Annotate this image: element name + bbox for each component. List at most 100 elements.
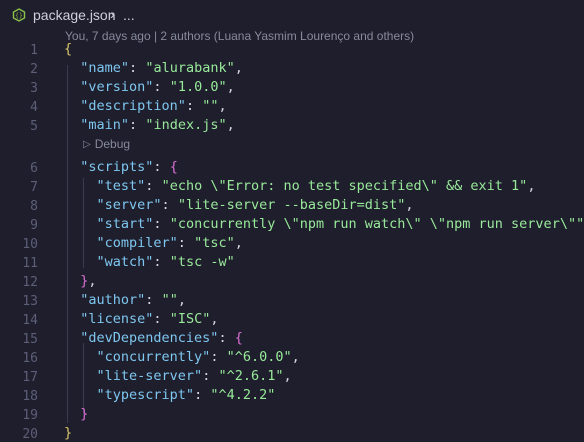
code-token: : bbox=[153, 254, 170, 270]
code-line[interactable]: "start": "concurrently \"npm run watch\"… bbox=[64, 216, 584, 232]
code-token: , bbox=[405, 197, 414, 213]
code-line[interactable]: } bbox=[64, 425, 72, 441]
code-token: : bbox=[185, 98, 203, 114]
json-key: "devDependencies" bbox=[80, 330, 219, 346]
line-number: 15 bbox=[22, 332, 38, 347]
json-key: "author" bbox=[80, 292, 146, 308]
json-key: "compiler" bbox=[96, 235, 178, 251]
code-line[interactable]: "scripts": { bbox=[64, 159, 178, 175]
code-token: : bbox=[153, 216, 170, 232]
code-token: , bbox=[234, 235, 243, 251]
code-line[interactable]: "lite-server": "^2.6.1", bbox=[64, 368, 292, 384]
code-token: : bbox=[129, 117, 146, 133]
json-key: "concurrently" bbox=[96, 349, 211, 365]
json-key: "watch" bbox=[96, 254, 154, 270]
play-icon: ▷ bbox=[83, 138, 91, 150]
json-string: "^6.0.0" bbox=[226, 349, 292, 365]
debug-codelens[interactable]: ▷ Debug bbox=[83, 137, 130, 151]
code-line[interactable]: "test": "echo \"Error: no test specified… bbox=[64, 178, 536, 194]
git-blame-annotation[interactable]: You, 7 days ago | 2 authors (Luana Yasmi… bbox=[65, 29, 414, 43]
line-number: 8 bbox=[30, 199, 38, 214]
line-number: 11 bbox=[22, 256, 38, 271]
breadcrumb-file[interactable]: package.json bbox=[33, 7, 116, 23]
code-line[interactable]: "watch": "tsc -w" bbox=[64, 254, 235, 270]
code-line[interactable]: "author": "", bbox=[64, 292, 186, 308]
code-token: : bbox=[153, 159, 170, 175]
line-number: 10 bbox=[22, 237, 38, 252]
code-token: : bbox=[177, 235, 195, 251]
code-line[interactable]: "compiler": "tsc", bbox=[64, 235, 243, 251]
code-line[interactable]: "devDependencies": { bbox=[64, 330, 243, 346]
line-number: 9 bbox=[30, 218, 38, 233]
code-token: : bbox=[210, 349, 227, 365]
line-number: 20 bbox=[22, 427, 38, 442]
code-token: , bbox=[234, 60, 243, 76]
line-number: 13 bbox=[22, 294, 38, 309]
line-number: 1 bbox=[30, 43, 38, 58]
code-editor[interactable]: {} package.json › ... You, 7 days ago | … bbox=[0, 0, 584, 442]
json-string: "lite-server --baseDir=dist" bbox=[177, 197, 406, 213]
code-token: : bbox=[218, 330, 235, 346]
code-line[interactable]: "main": "index.js", bbox=[64, 117, 235, 133]
code-token: : bbox=[153, 79, 170, 95]
code-token: , bbox=[226, 117, 235, 133]
debug-label: Debug bbox=[94, 137, 131, 151]
code-token: { bbox=[64, 41, 73, 57]
line-number: 4 bbox=[30, 100, 38, 115]
code-token: : bbox=[145, 178, 162, 194]
code-line[interactable]: "license": "ISC", bbox=[64, 311, 218, 327]
svg-text:{}: {} bbox=[15, 13, 23, 20]
breadcrumb: {} package.json › ... bbox=[0, 0, 584, 30]
code-token: : bbox=[145, 292, 162, 308]
code-line[interactable]: "typescript": "^4.2.2" bbox=[64, 387, 276, 403]
json-key: "lite-server" bbox=[96, 368, 203, 384]
code-token: : bbox=[194, 387, 211, 403]
line-number: 6 bbox=[30, 161, 38, 176]
line-number: 3 bbox=[30, 81, 38, 96]
code-token: { bbox=[234, 330, 243, 346]
code-line[interactable]: "server": "lite-server --baseDir=dist", bbox=[64, 197, 414, 213]
json-string: "" bbox=[202, 98, 219, 114]
json-file-icon: {} bbox=[12, 8, 26, 22]
code-line[interactable]: "name": "alurabank", bbox=[64, 60, 243, 76]
breadcrumb-more[interactable]: ... bbox=[123, 7, 135, 23]
json-key: "server" bbox=[96, 197, 162, 213]
code-token: : bbox=[129, 60, 146, 76]
json-string: "alurabank" bbox=[145, 60, 235, 76]
code-line[interactable]: } bbox=[64, 406, 88, 422]
line-number: 18 bbox=[22, 389, 38, 404]
line-number: 14 bbox=[22, 313, 38, 328]
code-token: : bbox=[202, 368, 219, 384]
code-line[interactable]: "concurrently": "^6.0.0", bbox=[64, 349, 300, 365]
json-string: "index.js" bbox=[145, 117, 227, 133]
json-key: "scripts" bbox=[80, 159, 154, 175]
code-line[interactable]: "description": "", bbox=[64, 98, 226, 114]
code-line[interactable]: }, bbox=[64, 273, 96, 289]
json-key: "name" bbox=[80, 60, 130, 76]
json-key: "test" bbox=[96, 178, 146, 194]
line-number: 2 bbox=[30, 62, 38, 77]
json-key: "typescript" bbox=[96, 387, 195, 403]
json-key: "main" bbox=[80, 117, 130, 133]
json-string: "" bbox=[161, 292, 178, 308]
code-token: , bbox=[291, 349, 300, 365]
line-number: 17 bbox=[22, 370, 38, 385]
code-line[interactable]: { bbox=[64, 41, 72, 57]
code-line[interactable]: "version": "1.0.0", bbox=[64, 79, 234, 95]
code-token: , bbox=[283, 368, 292, 384]
line-number: 12 bbox=[22, 275, 38, 290]
chevron-right-icon: › bbox=[110, 6, 115, 22]
code-token: , bbox=[177, 292, 186, 308]
